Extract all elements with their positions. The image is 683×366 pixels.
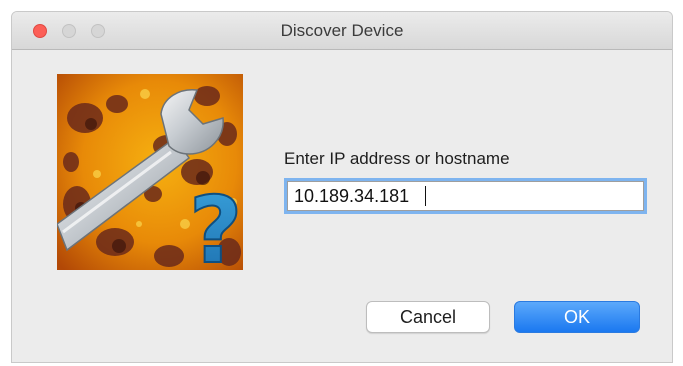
- text-caret: [425, 186, 426, 206]
- cancel-button[interactable]: Cancel: [366, 301, 490, 333]
- title-bar[interactable]: Discover Device: [12, 12, 672, 50]
- ok-button[interactable]: OK: [514, 301, 640, 333]
- window-title: Discover Device: [280, 21, 404, 40]
- wrench-question-icon: ?: [57, 74, 243, 270]
- dialog-content: ? Enter IP address or hostname Cancel OK: [12, 50, 672, 362]
- svg-text:?: ?: [189, 177, 242, 270]
- ip-address-input[interactable]: [287, 181, 644, 211]
- discover-device-dialog: Discover Device ? Enter IP address or ho…: [11, 11, 673, 363]
- prompt-label: Enter IP address or hostname: [284, 149, 510, 168]
